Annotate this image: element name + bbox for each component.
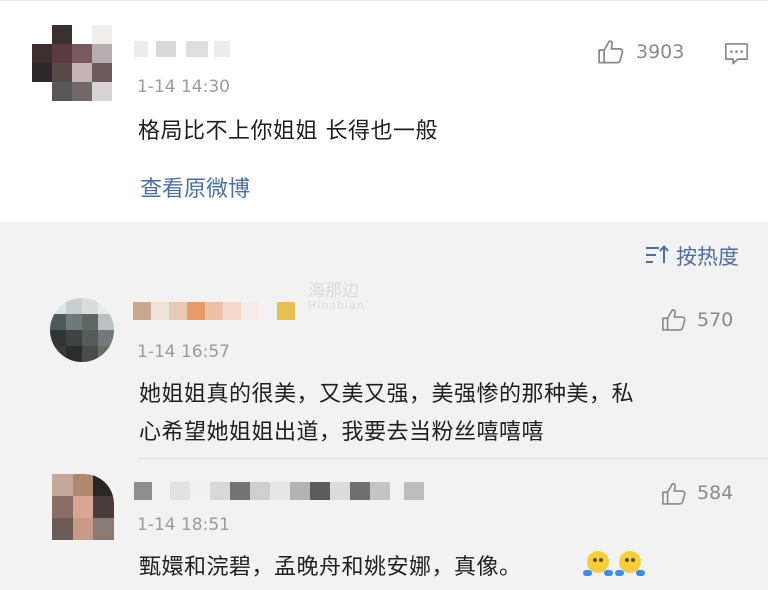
- reply-content: 甄嬛和浣碧，孟晚舟和姚安娜，真像。: [139, 555, 522, 580]
- emoji-icon: [615, 551, 645, 576]
- sort-by-hot-button[interactable]: 按热度: [676, 241, 739, 271]
- thumbs-up-icon[interactable]: [660, 306, 688, 334]
- avatar[interactable]: [50, 298, 114, 362]
- sort-icon[interactable]: [644, 244, 670, 266]
- watermark: 海那边 Hinabian: [308, 276, 365, 312]
- reply-content-line-1: 她姐姐真的很美，又美又强，美强惨的那种美，私: [139, 382, 635, 407]
- watermark-en: Hinabian: [308, 299, 365, 312]
- comment-content: 格局比不上你姐姐 长得也一般: [138, 119, 438, 144]
- avatar[interactable]: [52, 474, 114, 540]
- weibo-comment-screen: 1-14 14:30 格局比不上你姐姐 长得也一般 查看原微博 3903 按热度…: [0, 0, 768, 590]
- reply-divider: [137, 458, 768, 459]
- like-count: 584: [697, 482, 734, 504]
- reply-time: 1-14 18:51: [137, 515, 230, 535]
- thumbs-up-icon[interactable]: [660, 480, 688, 508]
- view-original-link[interactable]: 查看原微博: [140, 171, 250, 203]
- thumbs-up-icon[interactable]: [596, 37, 626, 67]
- watermark-cn: 海那边: [308, 281, 359, 301]
- like-count: 570: [697, 309, 734, 331]
- comment-icon[interactable]: [723, 40, 750, 67]
- comment-time: 1-14 14:30: [137, 77, 230, 97]
- reply-time: 1-14 16:57: [137, 342, 230, 362]
- like-count: 3903: [636, 41, 685, 63]
- emoji-icon: [583, 551, 613, 576]
- username-blurred[interactable]: [134, 482, 424, 500]
- username-blurred[interactable]: [134, 41, 230, 57]
- reply-content-line-2: 心希望她姐姐出道，我要去当粉丝嘻嘻嘻: [139, 420, 545, 445]
- username-blurred[interactable]: [133, 302, 295, 320]
- main-comment-card: 1-14 14:30 格局比不上你姐姐 长得也一般 查看原微博 3903: [0, 0, 768, 223]
- avatar[interactable]: [32, 25, 112, 101]
